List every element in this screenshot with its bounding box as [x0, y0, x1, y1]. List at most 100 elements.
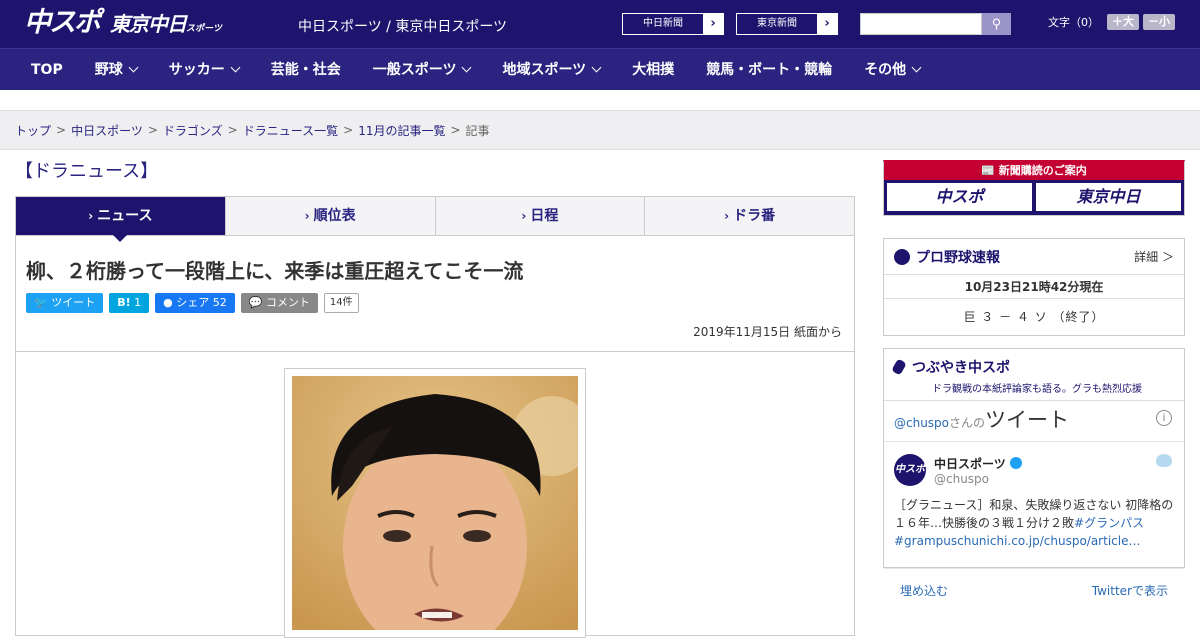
chevron-down-icon [128, 62, 139, 72]
twitter-san-label: さんの [949, 415, 986, 430]
main-content: 【ドラニュース】 › ニュース › 順位表 › 日程 › ドラ番 柳、２桁勝って一段階上に、来… [15, 150, 855, 638]
nav-item-3[interactable]: 芸能・社会 [255, 49, 357, 91]
baseball-detail-link[interactable]: 詳細 ＞ [1134, 248, 1174, 265]
search-icon: ⚲ [991, 16, 1002, 31]
font-size-increase-button[interactable]: ＋大 [1107, 14, 1139, 30]
facebook-share-button[interactable]: ● シェア 52 [155, 293, 235, 313]
chevron-right-icon: › [817, 14, 837, 34]
nav-item-1[interactable]: 野球 [79, 49, 153, 91]
breadcrumb-item[interactable]: トップ [15, 122, 51, 139]
tab-label: 順位表 [313, 208, 356, 224]
facebook-count: 52 [212, 296, 227, 309]
view-on-twitter-link[interactable]: Twitterで表示 [1092, 582, 1168, 599]
nav-item-7[interactable]: 競馬・ボート・競輪 [690, 49, 848, 91]
nav-item-label: その他 [864, 61, 907, 78]
avatar[interactable]: 中スポ [894, 454, 926, 486]
chevron-right-icon: › [304, 209, 310, 223]
nav-item-5[interactable]: 地域スポーツ [486, 49, 616, 91]
font-size-decrease-button[interactable]: －小 [1143, 14, 1175, 30]
breadcrumb: トップ > 中日スポーツ > ドラゴンズ > ドラニュース一覧 >11月の記事一覧 > 記事 [0, 110, 1200, 150]
info-icon[interactable]: i [1156, 410, 1172, 426]
nav-item-label: 芸能・社会 [270, 61, 341, 78]
twitter-handle-link[interactable]: @chuspo [894, 416, 949, 430]
tsubuyaki-title: つぶやき中スポ [891, 357, 1174, 377]
article-date: 2019年11月15日 紙面から [693, 325, 842, 339]
chevron-down-icon [591, 62, 602, 72]
subscription-title-text: 新聞購読のご案内 [998, 164, 1087, 177]
spacer [0, 90, 1200, 110]
nav-item-0[interactable]: TOP [0, 49, 79, 91]
nav-item-label: サッカー [168, 61, 225, 78]
search-form: ⚲ [860, 13, 1011, 35]
search-button[interactable]: ⚲ [982, 13, 1011, 35]
subscription-logos: 中スポ 東京中日 [884, 180, 1184, 211]
tsubuyaki-title-text: つぶやき中スポ [912, 360, 1010, 376]
breadcrumb-item[interactable]: ドラゴンズ [163, 122, 223, 139]
facebook-icon: ● [163, 296, 177, 309]
baseball-score-card: プロ野球速報 詳細 ＞ 10月23日21時42分現在 巨 ３ － ４ ソ （終了… [883, 238, 1185, 336]
search-input[interactable] [860, 13, 982, 35]
nav-item-2[interactable]: サッカー [153, 49, 255, 91]
breadcrumb-item[interactable]: ドラニュース一覧 [243, 122, 338, 139]
chunichi-shimbun-link[interactable]: 中日新聞 › [622, 13, 724, 35]
hatena-bookmark-button[interactable]: B! 1 [109, 293, 150, 313]
breadcrumb-item[interactable]: 中日スポーツ [71, 122, 143, 139]
breadcrumb-item[interactable]: 11月の記事一覧 [358, 122, 445, 139]
tweet-account-info: 中日スポーツ @chuspo [934, 455, 1022, 486]
breadcrumb-separator: > [450, 123, 461, 137]
subscription-title[interactable]: 📰 新聞購読のご案内 [884, 162, 1184, 180]
dra-tabs: › ニュース › 順位表 › 日程 › ドラ番 [15, 196, 855, 242]
tweet-account[interactable]: 中スポ 中日スポーツ @chuspo [894, 454, 1174, 486]
newspaper-icon: 📰 [981, 164, 999, 177]
article-headline: 柳、２桁勝って一段階上に、来季は重圧超えてこそ一流 [26, 259, 524, 283]
baseball-score-header: プロ野球速報 詳細 ＞ [884, 239, 1184, 275]
comment-count[interactable]: 14件 [323, 293, 359, 313]
paper-links: 中日新聞 › 東京新聞 › [622, 13, 838, 35]
breadcrumb-separator: > [227, 123, 238, 137]
tab-1[interactable]: › 順位表 [225, 197, 436, 235]
tab-2[interactable]: › 日程 [435, 197, 646, 235]
twitter-bird-icon[interactable] [1156, 454, 1172, 467]
chevron-right-icon: › [88, 209, 94, 223]
nav-item-label: 野球 [94, 61, 123, 78]
tokyo-shimbun-link[interactable]: 東京新聞 › [736, 13, 838, 35]
chevron-right-icon: › [724, 209, 730, 223]
subscription-banner: 📰 新聞購読のご案内 中スポ 東京中日 [883, 160, 1185, 216]
tab-0[interactable]: › ニュース [16, 197, 226, 242]
baseball-icon [894, 248, 910, 265]
comment-button[interactable]: 💬 コメント [240, 293, 318, 313]
breadcrumb-separator: > [147, 123, 158, 137]
nav-item-6[interactable]: 大相撲 [616, 49, 690, 91]
breadcrumb-separator: > [343, 123, 354, 137]
tweet-account-id: @chuspo [934, 471, 990, 486]
chevron-down-icon [462, 62, 472, 72]
tweet-hashtag-link[interactable]: #グランパス [1074, 516, 1144, 530]
chevron-right-icon: › [521, 209, 527, 223]
chunichi-shimbun-label: 中日新聞 [623, 14, 703, 34]
site-name: 中日スポーツ / 東京中日スポーツ [298, 19, 508, 35]
subscribe-chuspo-button[interactable]: 中スポ [887, 183, 1032, 211]
tsubuyaki-header: つぶやき中スポ ドラ観戦の本紙評論家も語る。グラも熱烈応援 [884, 349, 1184, 401]
nav-item-4[interactable]: 一般スポーツ [357, 49, 487, 91]
section-title: 【ドラニュース】 [15, 161, 159, 182]
article-photo [284, 368, 586, 638]
nav-item-label: 競馬・ボート・競輪 [706, 61, 833, 78]
divider [16, 351, 854, 352]
tab-3[interactable]: › ドラ番 [645, 197, 854, 235]
tweet-url-link[interactable]: #grampuschunichi.co.jp/chuspo/article… [894, 534, 1140, 548]
subscribe-tokyo-chunichi-button[interactable]: 東京中日 [1036, 183, 1181, 211]
score-timestamp: 10月23日21時42分現在 [884, 275, 1184, 299]
tokyo-chunichi-logo[interactable]: 東京中日スポーツ [110, 12, 222, 41]
game-score[interactable]: 巨 ３ － ４ ソ （終了） [884, 299, 1184, 335]
chevron-right-icon: › [703, 14, 723, 34]
tweet-button[interactable]: 🐦 ツイート [26, 293, 104, 313]
hatena-icon: B! [117, 296, 131, 309]
nav-item-8[interactable]: その他 [848, 49, 936, 91]
nav-item-label: TOP [31, 61, 63, 78]
chuspo-logo[interactable]: 中スポ [24, 8, 101, 38]
tweet: 中スポ 中日スポーツ @chuspo ［グラニュース］和泉、失敗繰り返さない 初… [884, 442, 1184, 550]
tokyo-shimbun-label: 東京新聞 [737, 14, 817, 34]
embed-link[interactable]: 埋め込む [900, 582, 948, 599]
twitter-embed-heading: @chuspoさんのツイート [894, 404, 1069, 434]
twitter-embed: @chuspoさんのツイート i 中スポ 中日スポーツ @chuspo ［グラニ… [884, 396, 1184, 616]
